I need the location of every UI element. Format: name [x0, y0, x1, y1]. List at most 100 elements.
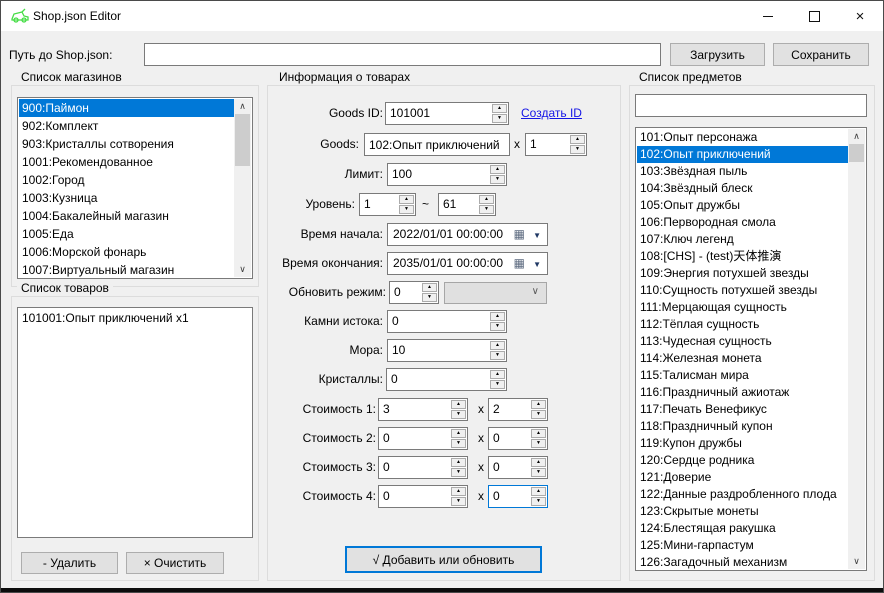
cost3-item-spinner[interactable]: 0▲▼: [378, 456, 468, 479]
list-item[interactable]: 123:Скрытые монеты: [637, 503, 848, 520]
list-item[interactable]: 121:Доверие: [637, 469, 848, 486]
cost3-count-spinner[interactable]: 0▲▼: [488, 456, 548, 479]
shop-list-scrollbar[interactable]: ∧ ∨: [234, 99, 251, 277]
spin-down-button[interactable]: ▼: [451, 497, 466, 506]
dropdown-arrow-icon[interactable]: ▼: [533, 260, 541, 269]
item-filter-input[interactable]: [635, 94, 867, 117]
cost1-count-spinner[interactable]: 2▲▼: [488, 398, 548, 421]
spin-down-button[interactable]: ▼: [451, 468, 466, 477]
spin-up-button[interactable]: ▲: [490, 370, 505, 379]
refresh-mode-combo[interactable]: ∨: [444, 282, 547, 304]
level-min-spinner[interactable]: 1▲▼: [359, 193, 416, 216]
cost4-item-spinner[interactable]: 0▲▼: [378, 485, 468, 508]
spin-down-button[interactable]: ▼: [490, 175, 505, 184]
list-item[interactable]: 1006:Морской фонарь: [19, 243, 234, 261]
spin-up-button[interactable]: ▲: [451, 487, 466, 496]
goods-id-spinner[interactable]: 101001▲▼: [385, 102, 509, 125]
list-item[interactable]: 107:Ключ легенд: [637, 231, 848, 248]
clear-button[interactable]: × Очистить: [126, 552, 224, 574]
level-max-spinner[interactable]: 61▲▼: [438, 193, 496, 216]
list-item[interactable]: 105:Опыт дружбы: [637, 197, 848, 214]
list-item[interactable]: 106:Первородная смола: [637, 214, 848, 231]
create-id-link[interactable]: Создать ID: [521, 106, 582, 120]
spin-down-button[interactable]: ▼: [399, 205, 414, 214]
list-item[interactable]: 1003:Кузница: [19, 189, 234, 207]
list-item[interactable]: 102:Опыт приключений: [637, 146, 848, 163]
list-item[interactable]: 116:Праздничный ажиотаж: [637, 384, 848, 401]
save-button[interactable]: Сохранить: [773, 43, 869, 66]
spin-up-button[interactable]: ▲: [531, 458, 546, 467]
list-item[interactable]: 114:Железная монета: [637, 350, 848, 367]
list-item[interactable]: 101001:Опыт приключений x1: [19, 309, 251, 327]
mora-spinner[interactable]: 10▲▼: [387, 339, 507, 362]
spin-up-button[interactable]: ▲: [479, 195, 494, 204]
list-item[interactable]: 900:Паймон: [19, 99, 234, 117]
spin-down-button[interactable]: ▼: [531, 468, 546, 477]
shop-listbox[interactable]: 900:Паймон902:Комплект903:Кристаллы сотв…: [17, 97, 253, 279]
list-item[interactable]: 1007:Виртуальный магазин: [19, 261, 234, 277]
list-item[interactable]: 120:Сердце родника: [637, 452, 848, 469]
scroll-up-icon[interactable]: ∧: [234, 99, 251, 114]
scroll-thumb[interactable]: [849, 144, 864, 162]
spin-down-button[interactable]: ▼: [422, 293, 437, 302]
spin-up-button[interactable]: ▲: [490, 312, 505, 321]
list-item[interactable]: 104:Звёздный блеск: [637, 180, 848, 197]
spin-down-button[interactable]: ▼: [479, 205, 494, 214]
spin-down-button[interactable]: ▼: [490, 351, 505, 360]
goods-listbox[interactable]: 101001:Опыт приключений x1: [17, 307, 253, 538]
spin-up-button[interactable]: ▲: [490, 341, 505, 350]
scroll-thumb[interactable]: [235, 114, 250, 166]
begin-time-picker[interactable]: 2022/01/01 00:00:00 ▦ ▼: [387, 223, 548, 246]
list-item[interactable]: 1001:Рекомендованное: [19, 153, 234, 171]
path-input[interactable]: [144, 43, 661, 66]
list-item[interactable]: 122:Данные раздробленного плода: [637, 486, 848, 503]
spin-up-button[interactable]: ▲: [451, 458, 466, 467]
item-list-scrollbar[interactable]: ∧ ∨: [848, 129, 865, 569]
spin-down-button[interactable]: ▼: [570, 145, 585, 154]
spin-up-button[interactable]: ▲: [399, 195, 414, 204]
spin-down-button[interactable]: ▼: [492, 114, 507, 123]
list-item[interactable]: 902:Комплект: [19, 117, 234, 135]
cost1-item-spinner[interactable]: 3▲▼: [378, 398, 468, 421]
spin-down-button[interactable]: ▼: [531, 439, 546, 448]
dropdown-arrow-icon[interactable]: ▼: [533, 231, 541, 240]
list-item[interactable]: 903:Кристаллы сотворения: [19, 135, 234, 153]
scroll-down-icon[interactable]: ∨: [848, 554, 865, 569]
list-item[interactable]: 1005:Еда: [19, 225, 234, 243]
list-item[interactable]: 113:Чудесная сущность: [637, 333, 848, 350]
list-item[interactable]: 1002:Город: [19, 171, 234, 189]
spin-down-button[interactable]: ▼: [531, 497, 546, 506]
cost2-item-spinner[interactable]: 0▲▼: [378, 427, 468, 450]
spin-up-button[interactable]: ▲: [422, 283, 437, 292]
list-item[interactable]: 112:Тёплая сущность: [637, 316, 848, 333]
item-listbox[interactable]: 101:Опыт персонажа102:Опыт приключений10…: [635, 127, 867, 571]
spin-up-button[interactable]: ▲: [451, 429, 466, 438]
spin-down-button[interactable]: ▼: [451, 439, 466, 448]
list-item[interactable]: 1004:Бакалейный магазин: [19, 207, 234, 225]
close-button[interactable]: ×: [837, 1, 883, 31]
end-time-picker[interactable]: 2035/01/01 00:00:00 ▦ ▼: [387, 252, 548, 275]
list-item[interactable]: 118:Праздничный купон: [637, 418, 848, 435]
add-or-update-button[interactable]: √ Добавить или обновить: [345, 546, 542, 573]
list-item[interactable]: 119:Купон дружбы: [637, 435, 848, 452]
delete-button[interactable]: - Удалить: [21, 552, 118, 574]
spin-up-button[interactable]: ▲: [490, 165, 505, 174]
refresh-mode-spinner[interactable]: 0▲▼: [389, 281, 439, 304]
goods-count-spinner[interactable]: 1▲▼: [525, 133, 587, 156]
list-item[interactable]: 126:Загадочный механизм: [637, 554, 848, 569]
spin-up-button[interactable]: ▲: [451, 400, 466, 409]
load-button[interactable]: Загрузить: [670, 43, 765, 66]
maximize-button[interactable]: [791, 1, 837, 31]
goods-input[interactable]: [364, 133, 510, 156]
minimize-button[interactable]: [745, 1, 791, 31]
spin-up-button[interactable]: ▲: [570, 135, 585, 144]
spin-down-button[interactable]: ▼: [490, 322, 505, 331]
list-item[interactable]: 124:Блестящая ракушка: [637, 520, 848, 537]
list-item[interactable]: 117:Печать Венефикус: [637, 401, 848, 418]
scroll-up-icon[interactable]: ∧: [848, 129, 865, 144]
list-item[interactable]: 111:Мерцающая сущность: [637, 299, 848, 316]
list-item[interactable]: 115:Талисман мира: [637, 367, 848, 384]
list-item[interactable]: 125:Мини-гарпастум: [637, 537, 848, 554]
spin-down-button[interactable]: ▼: [451, 410, 466, 419]
spin-up-button[interactable]: ▲: [531, 487, 546, 496]
